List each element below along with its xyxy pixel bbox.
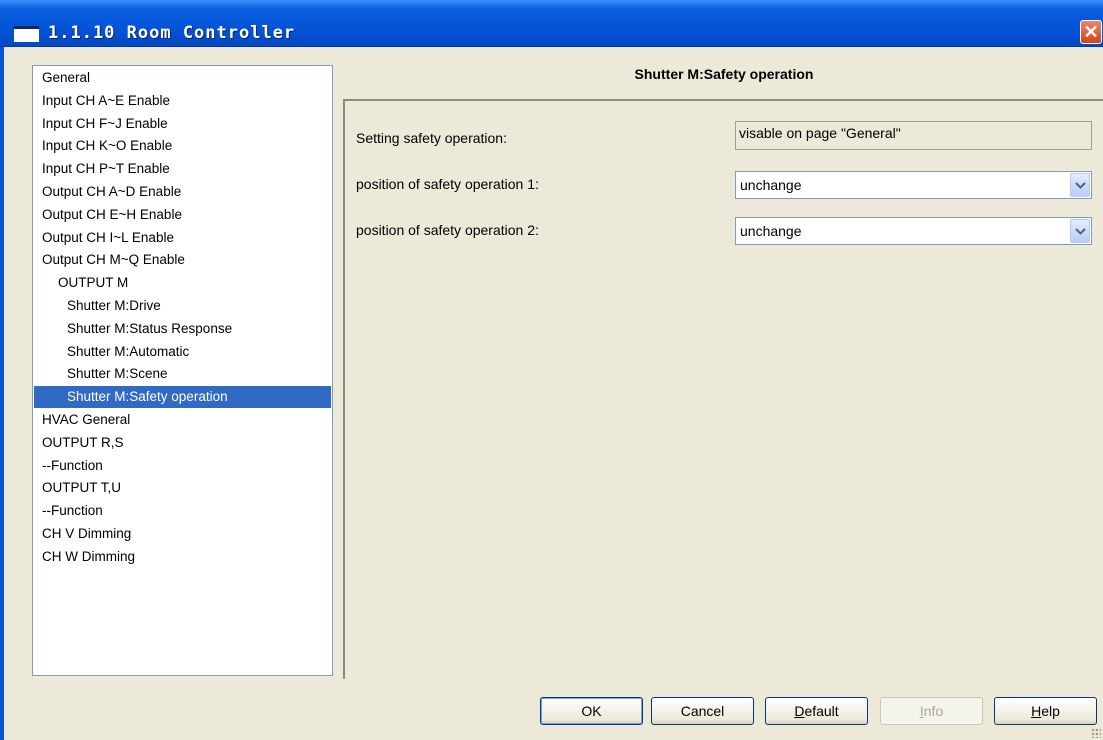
tree-item-label: --Function xyxy=(42,457,103,473)
tree-item-label: CH W Dimming xyxy=(42,548,135,564)
window-title: 1.1.10 Room Controller xyxy=(48,23,296,43)
tree-item-label: OUTPUT R,S xyxy=(42,434,124,450)
tree-item-label: CH V Dimming xyxy=(42,526,132,541)
cancel-button[interactable]: Cancel xyxy=(651,697,754,725)
tree-item[interactable]: Shutter M:Automatic xyxy=(34,341,331,363)
tree-item[interactable]: Input CH K~O Enable xyxy=(34,135,331,157)
tree-item[interactable]: Output CH M~Q Enable xyxy=(34,249,331,271)
tree-item[interactable]: OUTPUT M xyxy=(34,272,331,294)
safety-operation-2-label: position of safety operation 2: xyxy=(356,222,539,238)
tree-item-label: General xyxy=(42,70,91,85)
safety-operation-1-dropdown[interactable]: unchange xyxy=(735,171,1092,199)
info-button-label: nfo xyxy=(923,703,944,719)
page-title: Shutter M:Safety operation xyxy=(634,66,814,82)
tree-item[interactable]: Output CH I~L Enable xyxy=(34,227,331,249)
ok-button[interactable]: OK xyxy=(540,697,643,725)
chevron-down-icon[interactable] xyxy=(1070,219,1090,243)
tree-item-label: Output CH A~D Enable xyxy=(42,184,182,199)
chevron-down-icon[interactable] xyxy=(1070,173,1090,197)
title-bar[interactable]: 1.1.10 Room Controller ✕ xyxy=(0,0,1103,47)
tree-item-label: Shutter M:Drive xyxy=(67,298,161,313)
setting-safety-operation-value: visable on page "General" xyxy=(735,121,1092,150)
close-button[interactable]: ✕ xyxy=(1080,20,1102,44)
tree-item[interactable]: Output CH E~H Enable xyxy=(34,204,331,226)
close-icon: ✕ xyxy=(1083,22,1099,42)
tree-item-label: Shutter M:Status Response xyxy=(67,320,233,336)
tree-item-label: OUTPUT T,U xyxy=(42,480,122,496)
safety-operation-1-value: unchange xyxy=(740,177,802,193)
setting-safety-operation-label: Setting safety operation: xyxy=(356,130,507,146)
tree-item[interactable]: Input CH A~E Enable xyxy=(34,90,331,112)
tree-item-label: --Function xyxy=(42,503,103,519)
tree-item[interactable]: Input CH P~T Enable xyxy=(34,158,331,180)
safety-operation-1-label: position of safety operation 1: xyxy=(356,176,539,192)
tree-item-label: Shutter M:Safety operation xyxy=(67,389,228,405)
tree-item[interactable]: OUTPUT T,U xyxy=(34,477,331,499)
tree-item[interactable]: HVAC General xyxy=(34,409,331,431)
tree-item-label: Output CH E~H Enable xyxy=(42,206,182,222)
tree-item[interactable]: Shutter M:Drive xyxy=(34,295,331,317)
parameter-tree[interactable]: General Input CH A~E Enable Input CH F~J E… xyxy=(32,65,333,676)
tree-item[interactable]: Shutter M:Scene xyxy=(34,363,331,385)
tree-item-label: Output CH I~L Enable xyxy=(42,229,174,245)
tree-item-label: Shutter M:Scene xyxy=(67,366,168,382)
tree-item[interactable]: OUTPUT R,S xyxy=(34,432,331,454)
safety-operation-2-value: unchange xyxy=(740,223,802,239)
tree-item[interactable]: Shutter M:Status Response xyxy=(34,318,331,340)
default-button-mnemonic: D xyxy=(794,703,805,719)
tree-item-label: Input CH K~O Enable xyxy=(42,138,173,154)
tree-item[interactable]: Shutter M:Safety operation xyxy=(34,386,331,409)
info-button: Info xyxy=(880,697,983,725)
tree-item-label: Shutter M:Automatic xyxy=(67,343,190,359)
tree-item-label: OUTPUT M xyxy=(58,275,129,291)
help-button-label: elp xyxy=(1041,703,1060,719)
help-button[interactable]: Help xyxy=(994,697,1097,725)
app-window-icon xyxy=(14,26,39,42)
tree-item-label: HVAC General xyxy=(42,412,131,427)
safety-operation-2-dropdown[interactable]: unchange xyxy=(735,217,1092,245)
tree-item-label: Output CH M~Q Enable xyxy=(42,252,185,268)
tree-item-label: Input CH F~J Enable xyxy=(42,115,168,131)
tree-item[interactable]: --Function xyxy=(34,500,331,522)
help-button-mnemonic: H xyxy=(1031,703,1042,719)
tree-item[interactable]: CH V Dimming xyxy=(34,523,331,545)
tree-item-label: Input CH P~T Enable xyxy=(42,161,170,177)
tree-item[interactable]: Output CH A~D Enable xyxy=(34,181,331,203)
window-frame-left xyxy=(0,47,4,740)
default-button[interactable]: Default xyxy=(765,697,868,725)
tree-item-label: Input CH A~E Enable xyxy=(42,92,170,108)
default-button-label: efault xyxy=(804,703,839,719)
tree-item[interactable]: CH W Dimming xyxy=(34,546,331,568)
tree-item[interactable]: --Function xyxy=(34,455,331,477)
tree-item[interactable]: General xyxy=(34,67,331,89)
tree-item[interactable]: Input CH F~J Enable xyxy=(34,113,331,135)
resize-grip[interactable] xyxy=(1091,728,1101,738)
